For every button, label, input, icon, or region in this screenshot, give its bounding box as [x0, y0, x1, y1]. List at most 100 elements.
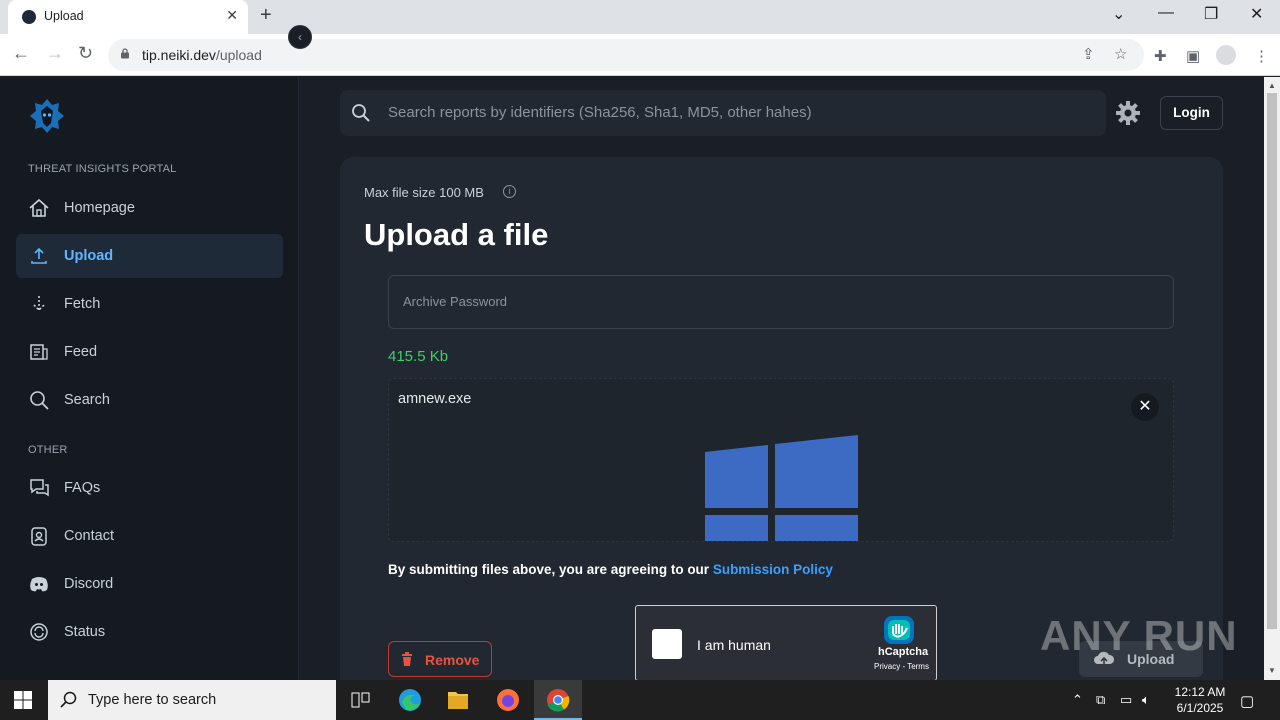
sidebar-item-homepage[interactable]: Homepage [16, 186, 283, 230]
section-label-other: OTHER [28, 444, 68, 456]
fetch-icon [33, 296, 45, 312]
browser-tab-bar: Upload ✕ + ⌄ — ❐ ✕ [0, 0, 1280, 34]
feed-icon [30, 344, 48, 360]
lock-icon [121, 48, 129, 59]
page-title: Upload a file [364, 217, 549, 252]
contact-icon [31, 527, 47, 546]
tab-title: Upload [44, 9, 84, 23]
clock-date: 6/1/2025 [1176, 701, 1224, 715]
side-panel-icon[interactable]: ▣ [1186, 47, 1200, 65]
file-drop-zone[interactable]: amnew.exe ✕ [388, 378, 1174, 542]
browser-tab[interactable]: Upload ✕ [8, 0, 248, 34]
page-scrollbar[interactable]: ▲ ▼ [1264, 77, 1280, 680]
address-bar: ← → ↻ tip.neiki.dev/upload ⇪ ☆ ✚ ▣ ⋮ [0, 34, 1280, 76]
captcha-privacy-terms[interactable]: Privacy - Terms [874, 662, 929, 671]
clear-file-close-icon[interactable]: ✕ [1131, 393, 1159, 421]
login-button[interactable]: Login [1160, 96, 1223, 130]
sidebar-item-upload[interactable]: Upload [16, 234, 283, 278]
clock-time: 12:12 AM [1174, 685, 1226, 699]
home-icon [29, 198, 49, 217]
volume-icon[interactable]: 🔈︎ [1142, 692, 1150, 708]
edge-browser-icon[interactable] [386, 680, 434, 720]
max-file-size-label: Max file size 100 MB [364, 185, 484, 200]
file-size-label: 415.5 Kb [388, 348, 449, 365]
search-icon [30, 391, 49, 410]
submission-policy-link[interactable]: Submission Policy [713, 562, 833, 577]
site-favicon-icon [22, 10, 36, 24]
network-icon[interactable]: ▭ [1120, 692, 1132, 708]
restore-icon[interactable]: ❐ [1204, 4, 1218, 24]
back-icon[interactable]: ← [12, 43, 30, 64]
tray-overflow-icon[interactable]: ⌃ [1072, 692, 1083, 708]
faq-icon [30, 479, 49, 497]
sidebar-item-contact[interactable]: Contact [16, 514, 283, 558]
captcha-label: I am human [697, 637, 771, 653]
bookmark-star-icon[interactable]: ☆ [1114, 45, 1127, 63]
sidebar-item-search[interactable]: Search [16, 378, 283, 422]
taskbar-clock[interactable]: 12:12 AM 6/1/2025 [1160, 684, 1240, 716]
omnibox[interactable]: tip.neiki.dev/upload ⇪ ☆ [108, 39, 1144, 71]
sidebar-item-label: Discord [64, 576, 114, 592]
discord-icon [30, 577, 48, 592]
search-icon [60, 691, 77, 708]
section-label-main: THREAT INSIGHTS PORTAL [28, 163, 177, 175]
captcha-brand: hCaptcha [878, 646, 929, 658]
extensions-icon[interactable]: ✚ [1154, 47, 1167, 65]
archive-password-placeholder: Archive Password [403, 294, 508, 309]
file-explorer-icon[interactable] [434, 680, 482, 720]
tray-device-icon[interactable]: ⧉ [1096, 692, 1105, 708]
file-name: amnew.exe [398, 391, 472, 407]
windows-start-icon[interactable] [14, 691, 32, 709]
sidebar-item-label: Status [64, 624, 106, 640]
sidebar-item-label: Upload [64, 248, 114, 264]
menu-kebab-icon[interactable]: ⋮ [1254, 47, 1269, 65]
new-tab-icon[interactable]: + [260, 4, 272, 27]
taskbar-search-placeholder: Type here to search [88, 692, 217, 708]
upload-icon [31, 247, 47, 264]
sidebar-item-fetch[interactable]: Fetch [16, 282, 283, 326]
info-icon[interactable]: i [503, 185, 516, 198]
remove-label: Remove [425, 652, 480, 668]
scroll-down-icon[interactable]: ▼ [1268, 666, 1276, 675]
tab-close-icon[interactable]: ✕ [226, 7, 238, 24]
sidebar-item-status[interactable]: Status [16, 610, 283, 654]
report-search-bar[interactable]: Search reports by identifiers (Sha256, S… [340, 90, 1106, 136]
sidebar-collapse-button[interactable]: ‹ [288, 25, 312, 49]
submission-agreement-text: By submitting files above, you are agree… [388, 562, 833, 577]
sidebar-item-feed[interactable]: Feed [16, 330, 283, 374]
firefox-icon[interactable] [484, 680, 532, 720]
trash-icon [402, 652, 412, 666]
archive-password-field[interactable]: Archive Password [388, 275, 1174, 329]
tab-search-icon[interactable]: ⌄ [1112, 4, 1125, 24]
sidebar-item-discord[interactable]: Discord [16, 562, 283, 606]
sidebar: THREAT INSIGHTS PORTAL Homepage Upload F… [0, 77, 299, 680]
settings-gear-icon[interactable] [1114, 99, 1142, 127]
brand-logo-icon [30, 99, 64, 133]
hcaptcha-widget: I am human hCaptcha Privacy - Terms [635, 605, 937, 681]
window-close-icon[interactable]: ✕ [1250, 4, 1263, 24]
sidebar-item-label: Contact [64, 528, 114, 544]
forward-icon[interactable]: → [46, 43, 64, 64]
sidebar-item-faqs[interactable]: FAQs [16, 466, 283, 510]
profile-avatar-icon[interactable] [1216, 45, 1236, 65]
search-input[interactable]: Search reports by identifiers (Sha256, S… [388, 104, 812, 121]
anyrun-watermark: ANY RUN [1040, 612, 1238, 659]
reload-icon[interactable]: ↻ [78, 43, 93, 64]
sidebar-item-label: Search [64, 392, 110, 408]
share-icon[interactable]: ⇪ [1082, 45, 1095, 63]
task-view-icon[interactable] [336, 680, 384, 720]
search-icon [352, 104, 370, 122]
sidebar-item-label: Feed [64, 344, 98, 360]
sidebar-item-label: Fetch [64, 296, 101, 312]
chrome-icon[interactable] [534, 680, 582, 720]
taskbar-search-box[interactable]: Type here to search [48, 680, 336, 720]
hcaptcha-logo-icon [884, 616, 914, 644]
scroll-thumb[interactable] [1267, 93, 1277, 629]
captcha-checkbox[interactable] [652, 629, 682, 659]
scroll-up-icon[interactable]: ▲ [1268, 81, 1276, 90]
status-icon [30, 623, 48, 641]
minimize-icon[interactable]: — [1158, 4, 1174, 22]
remove-button[interactable]: Remove [388, 641, 492, 677]
notifications-icon[interactable]: ▢ [1240, 692, 1254, 710]
sidebar-item-label: Homepage [64, 200, 135, 216]
